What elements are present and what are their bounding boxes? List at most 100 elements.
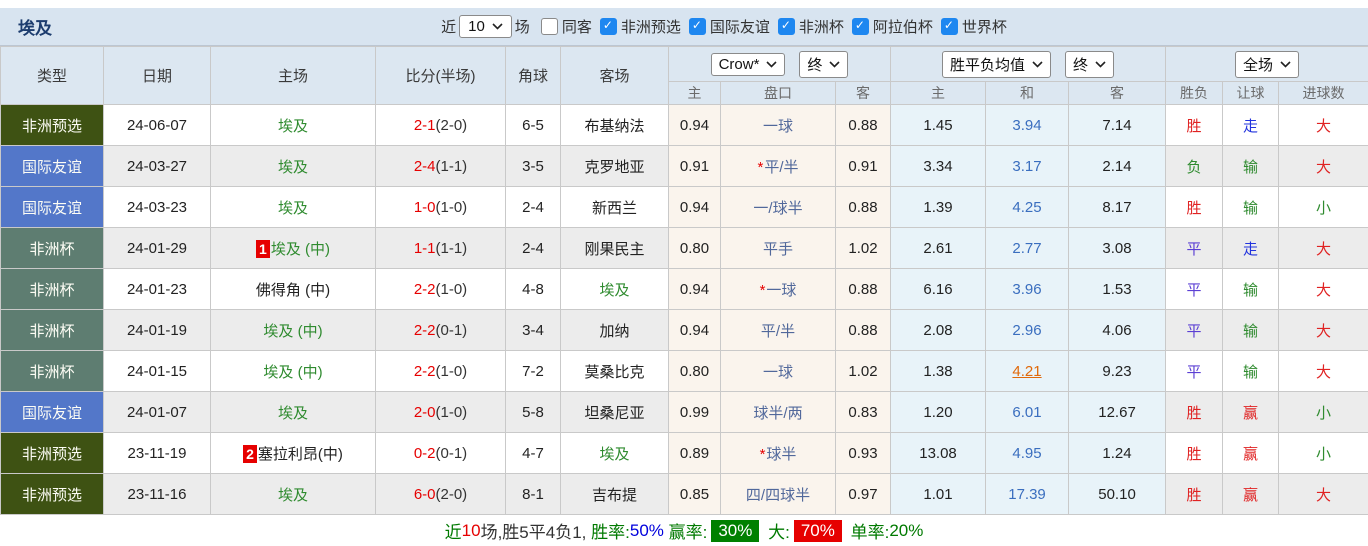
home-team-name: 埃及 bbox=[278, 487, 308, 504]
draw-odds-value: 3.94 bbox=[1012, 117, 1041, 134]
half-time-score: (1-1) bbox=[436, 158, 468, 175]
half-time-score: (2-0) bbox=[436, 117, 468, 134]
checkbox-同客[interactable] bbox=[541, 18, 558, 35]
checkbox-非洲预选[interactable] bbox=[600, 18, 617, 35]
result-group-header: 全场 bbox=[1166, 47, 1368, 82]
checkbox-世界杯[interactable] bbox=[941, 18, 958, 35]
europe-period-select[interactable]: 终 bbox=[1065, 51, 1114, 78]
sub-header-eu-draw: 和 bbox=[986, 82, 1069, 105]
sub-header-result: 胜负 bbox=[1166, 82, 1223, 105]
match-row: 非洲杯24-01-19埃及 (中)2-2(0-1)3-4加纳0.94平/半0.8… bbox=[1, 310, 1368, 351]
cell-ah-home-odds: 0.94 bbox=[669, 105, 721, 146]
half-time-score: (1-1) bbox=[436, 240, 468, 257]
cell-handicap-result: 走 bbox=[1223, 105, 1279, 146]
cell-score: 2-0(1-0) bbox=[376, 392, 506, 433]
cell-handicap: *平/半 bbox=[721, 146, 836, 187]
col-header-type: 类型 bbox=[1, 47, 104, 105]
changed-odds-star: * bbox=[760, 446, 766, 463]
cell-match-type: 国际友谊 bbox=[1, 392, 104, 433]
cell-match-type: 非洲杯 bbox=[1, 269, 104, 310]
checkbox-阿拉伯杯[interactable] bbox=[852, 18, 869, 35]
handicap-result-value: 输 bbox=[1243, 282, 1258, 299]
half-time-score: (0-1) bbox=[436, 445, 468, 462]
cell-away-team: 坦桑尼亚 bbox=[561, 392, 669, 433]
cell-corners: 2-4 bbox=[506, 228, 561, 269]
handicap-name: 一球 bbox=[763, 364, 793, 381]
draw-odds-value: 6.01 bbox=[1012, 404, 1041, 421]
cell-result: 平 bbox=[1166, 351, 1223, 392]
home-team-name: 埃及 (中) bbox=[263, 364, 322, 381]
cell-handicap-result: 赢 bbox=[1223, 474, 1279, 515]
full-time-score: 2-2 bbox=[414, 363, 436, 380]
sub-header-ah-home: 主 bbox=[669, 82, 721, 105]
col-header-corner: 角球 bbox=[506, 47, 561, 105]
handicap-name: 平/半 bbox=[764, 159, 798, 176]
match-row: 非洲预选23-11-16埃及6-0(2-0)8-1吉布提0.85四/四球半0.9… bbox=[1, 474, 1368, 515]
draw-odds-value: 4.21 bbox=[1012, 363, 1041, 380]
half-time-score: (2-0) bbox=[436, 486, 468, 503]
draw-odds-value: 4.95 bbox=[1012, 445, 1041, 462]
handicap-result-value: 走 bbox=[1243, 118, 1258, 135]
cell-eu-away-odds: 8.17 bbox=[1069, 187, 1166, 228]
bookmaker-period-select[interactable]: 终 bbox=[799, 51, 848, 78]
checkbox-国际友谊[interactable] bbox=[689, 18, 706, 35]
cell-handicap-result: 输 bbox=[1223, 310, 1279, 351]
handicap-name: 球半/两 bbox=[753, 405, 802, 422]
bookmaker-select[interactable]: Crow* bbox=[711, 53, 786, 76]
handicap-result-value: 输 bbox=[1243, 200, 1258, 217]
cell-ah-away-odds: 0.88 bbox=[836, 269, 891, 310]
cell-away-team: 埃及 bbox=[561, 269, 669, 310]
cell-handicap-result: 走 bbox=[1223, 228, 1279, 269]
cell-eu-draw-odds: 2.96 bbox=[986, 310, 1069, 351]
cell-home-team: 佛得角 (中) bbox=[211, 269, 376, 310]
cell-match-type: 非洲杯 bbox=[1, 228, 104, 269]
cell-ah-home-odds: 0.89 bbox=[669, 433, 721, 474]
cell-result: 胜 bbox=[1166, 474, 1223, 515]
filter-bar: 近 10 场 同客非洲预选国际友谊非洲杯阿拉伯杯世界杯 bbox=[66, 15, 1368, 38]
half-time-score: (0-1) bbox=[436, 322, 468, 339]
cell-result: 平 bbox=[1166, 310, 1223, 351]
home-team-name: 埃及 bbox=[278, 405, 308, 422]
cell-away-team: 埃及 bbox=[561, 433, 669, 474]
cell-corners: 7-2 bbox=[506, 351, 561, 392]
summary-segment: 30% bbox=[711, 520, 759, 542]
cell-handicap: 球半/两 bbox=[721, 392, 836, 433]
away-team-name: 克罗地亚 bbox=[584, 159, 644, 176]
handicap-name: 一/球半 bbox=[753, 200, 802, 217]
europe-odds-select[interactable]: 胜平负均值 bbox=[942, 51, 1051, 78]
col-header-date: 日期 bbox=[104, 47, 211, 105]
near-label: 近 bbox=[441, 16, 456, 37]
match-row: 国际友谊24-01-07埃及2-0(1-0)5-8坦桑尼亚0.99球半/两0.8… bbox=[1, 392, 1368, 433]
half-time-score: (1-0) bbox=[436, 404, 468, 421]
home-team-name: 佛得角 (中) bbox=[256, 282, 330, 299]
match-row: 国际友谊24-03-23埃及1-0(1-0)2-4新西兰0.94一/球半0.88… bbox=[1, 187, 1368, 228]
col-header-score: 比分(半场) bbox=[376, 47, 506, 105]
cell-goals-result: 小 bbox=[1279, 433, 1368, 474]
cell-eu-draw-odds: 3.17 bbox=[986, 146, 1069, 187]
result-value: 胜 bbox=[1187, 118, 1202, 135]
summary-segment: 70% bbox=[794, 520, 842, 542]
sub-header-eu-home: 主 bbox=[891, 82, 986, 105]
cell-result: 平 bbox=[1166, 228, 1223, 269]
home-team-name: 塞拉利昂(中) bbox=[258, 446, 343, 463]
cell-eu-away-odds: 7.14 bbox=[1069, 105, 1166, 146]
near-count-select[interactable]: 10 bbox=[459, 15, 512, 38]
scope-select[interactable]: 全场 bbox=[1235, 51, 1299, 78]
cell-away-team: 布基纳法 bbox=[561, 105, 669, 146]
checkbox-非洲杯[interactable] bbox=[778, 18, 795, 35]
match-row: 非洲杯24-01-291埃及 (中)1-1(1-1)2-4刚果民主0.80平手1… bbox=[1, 228, 1368, 269]
away-team-name: 坦桑尼亚 bbox=[584, 405, 644, 422]
away-team-name: 吉布提 bbox=[592, 487, 637, 504]
draw-odds-value: 4.25 bbox=[1012, 199, 1041, 216]
cell-home-team: 埃及 (中) bbox=[211, 351, 376, 392]
cell-handicap: *一球 bbox=[721, 269, 836, 310]
cell-home-team: 1埃及 (中) bbox=[211, 228, 376, 269]
handicap-name: 一球 bbox=[766, 282, 796, 299]
cell-score: 0-2(0-1) bbox=[376, 433, 506, 474]
cell-handicap-result: 赢 bbox=[1223, 392, 1279, 433]
cell-eu-home-odds: 2.61 bbox=[891, 228, 986, 269]
summary-segment: 近 bbox=[445, 518, 462, 543]
cell-score: 2-2(1-0) bbox=[376, 351, 506, 392]
checkbox-label: 世界杯 bbox=[962, 16, 1007, 37]
handicap-name: 四/四球半 bbox=[746, 487, 810, 504]
